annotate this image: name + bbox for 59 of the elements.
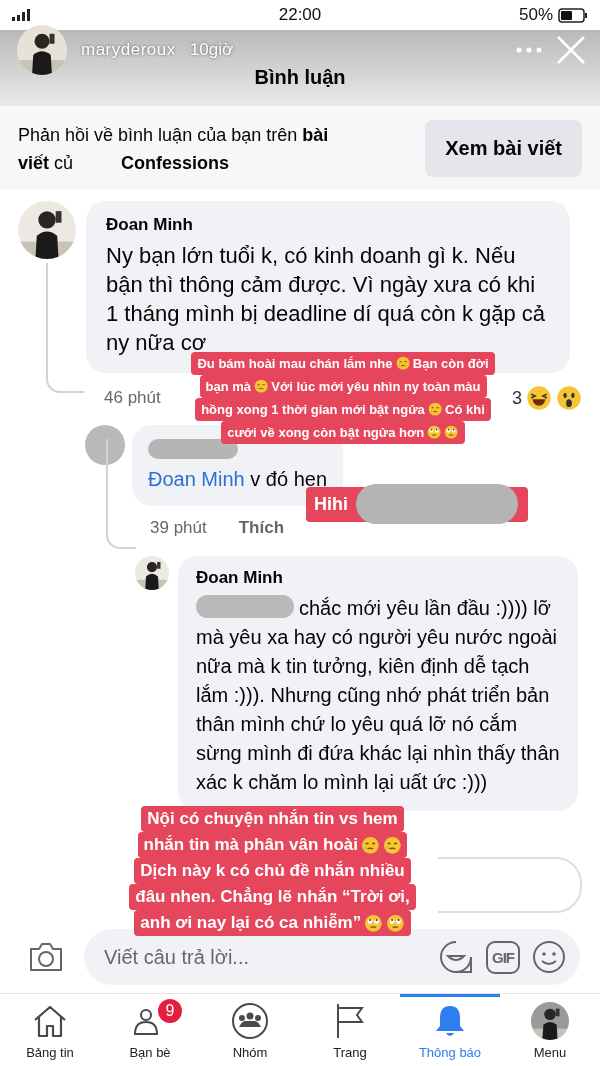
tab[interactable]: Thông báo bbox=[400, 994, 500, 1066]
time: 22:00 bbox=[278, 5, 322, 24]
reaction-count: 3 bbox=[512, 387, 522, 409]
sticker-text: bạn mà bbox=[205, 378, 251, 396]
laughing-emoji-icon bbox=[526, 385, 552, 411]
notice-text: viết củ bbox=[18, 151, 74, 175]
comment-author[interactable]: Đoan Minh bbox=[106, 215, 550, 235]
emoji-icon[interactable] bbox=[532, 940, 566, 974]
sticker-text: Hihi bbox=[314, 493, 348, 516]
sticker-text: Dịch này k có chủ đề nhắn nhiều bbox=[140, 860, 405, 882]
tearful-emoji-icon bbox=[361, 835, 380, 855]
sticker-text: Bạn còn đời bbox=[412, 355, 489, 373]
sticker-text: Có khi bbox=[445, 401, 485, 419]
view-post-button[interactable]: Xem bài viết bbox=[425, 120, 582, 177]
eye-roll-emoji-icon bbox=[364, 913, 383, 933]
battery-icon bbox=[558, 7, 588, 23]
comment-text: Ny bạn lớn tuổi k, có kinh doanh gì k. Nếu bận thì thông cảm được. Vì ngày xưa có khi 1 tháng mình bị deadline dí quá còn k gặp cả ny nữa cơ bbox=[106, 242, 547, 356]
tearful-emoji-icon bbox=[427, 402, 443, 417]
camera-icon[interactable] bbox=[28, 941, 64, 973]
story-age: 10giờ bbox=[189, 40, 234, 60]
groups-icon bbox=[231, 1002, 269, 1040]
home-icon bbox=[32, 1004, 68, 1038]
battery-percentage: 50% bbox=[518, 5, 553, 25]
sticker-text: Nội có chuyện nhắn tin vs hem bbox=[147, 808, 398, 830]
like-link[interactable]: Thích bbox=[238, 518, 285, 538]
sticker-text: nhắn tin mà phân vân hoài bbox=[143, 834, 358, 856]
tab[interactable]: Bảng tin bbox=[0, 994, 100, 1066]
eye-roll-emoji-icon bbox=[385, 913, 405, 933]
tab[interactable]: Menu bbox=[500, 994, 600, 1066]
sticker-text: Với lúc mới yêu nhìn ny toàn màu bbox=[271, 378, 481, 396]
comment-time: 39 phút bbox=[150, 518, 207, 538]
comment-time: 46 phút bbox=[104, 388, 161, 408]
sticker-text: đâu nhen. Chẳng lẽ nhắn “Trời ơi, bbox=[135, 886, 410, 908]
tab[interactable]: Trang bbox=[300, 994, 400, 1066]
sticker-text: hồng xong 1 thời gian mới bật ngửa bbox=[201, 401, 425, 419]
comment-text: Đoan Minh v đó hen bbox=[148, 467, 327, 492]
tab[interactable]: Nhóm bbox=[200, 994, 300, 1066]
notice-text: Phản hồi về bình luận của bạn trên bài bbox=[18, 123, 329, 147]
sticker-text: cưới về xong còn bật ngửa hơn bbox=[227, 424, 425, 442]
gif-button[interactable]: GIF bbox=[486, 940, 520, 974]
notification-badge: 9 bbox=[158, 999, 182, 1023]
sticker-text: Đu bám hoài mau chán lắm nhe bbox=[197, 355, 393, 373]
comment-text: chắc mới yêu lần đầu :)))) lỡ mà yêu xa hay có người yêu nước ngoài nữa mà k tin tưởng, kiên định dễ tạch lắm :))). Nhưng cũng nhớ phát triển bản thân mình chứ lo yêu quá lỡ nó cắm sừng mình đi đứa khác lại nhìn thấy thân xác k chăm lo mình lại uất ức :))) bbox=[196, 594, 560, 795]
comment-author[interactable]: Đoan Minh bbox=[196, 568, 560, 588]
page-name: Confessions bbox=[121, 151, 230, 175]
bell-icon bbox=[433, 1003, 467, 1039]
eye-roll-emoji-icon bbox=[427, 425, 442, 440]
surprised-emoji-icon bbox=[556, 385, 582, 411]
tab[interactable]: 9 Bạn bè bbox=[100, 994, 200, 1066]
header-title: Bình luận bbox=[253, 66, 347, 89]
username: maryderoux bbox=[81, 40, 176, 60]
tearful-emoji-icon bbox=[395, 356, 410, 371]
avatar bbox=[85, 425, 125, 465]
reply-field[interactable] bbox=[438, 857, 582, 913]
sticker-icon[interactable] bbox=[438, 939, 474, 975]
eye-roll-emoji-icon bbox=[444, 425, 459, 440]
mention-link[interactable]: Đoan Minh bbox=[148, 468, 245, 490]
tearful-emoji-icon bbox=[254, 379, 269, 394]
tearful-emoji-icon bbox=[382, 835, 402, 855]
